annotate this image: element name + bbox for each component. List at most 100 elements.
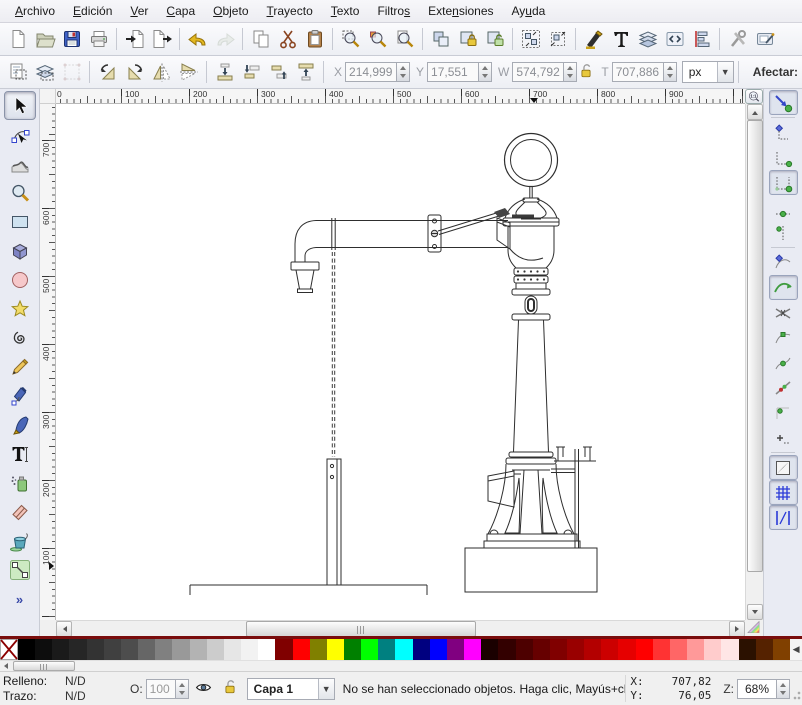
- x-input[interactable]: [345, 62, 397, 82]
- zoom-selection-button[interactable]: [337, 26, 364, 53]
- copy-button[interactable]: [247, 26, 274, 53]
- color-swatch[interactable]: [378, 639, 395, 660]
- menu-ver[interactable]: Ver: [121, 2, 157, 20]
- lower-button[interactable]: [238, 59, 265, 86]
- snap-guides-button[interactable]: [769, 505, 798, 530]
- rectangle-button[interactable]: [4, 207, 36, 236]
- color-swatch[interactable]: [155, 639, 172, 660]
- color-swatch[interactable]: [516, 639, 533, 660]
- palette-scrollbar[interactable]: [0, 660, 802, 671]
- lock-ratio-button[interactable]: [577, 61, 595, 83]
- cut-button[interactable]: [274, 26, 301, 53]
- color-swatch[interactable]: [172, 639, 189, 660]
- bezier-pen-button[interactable]: [4, 381, 36, 410]
- group-button[interactable]: [517, 26, 544, 53]
- color-swatch[interactable]: [18, 639, 35, 660]
- pencil-button[interactable]: [4, 352, 36, 381]
- color-swatch[interactable]: [207, 639, 224, 660]
- color-swatch[interactable]: [35, 639, 52, 660]
- width-spinbox[interactable]: [512, 62, 577, 82]
- menu-filtros[interactable]: Filtros: [368, 2, 419, 20]
- color-swatch[interactable]: [241, 639, 258, 660]
- import-button[interactable]: [121, 26, 148, 53]
- snap-bbox-centers-button[interactable]: [769, 220, 798, 245]
- color-swatch[interactable]: [327, 639, 344, 660]
- color-swatch[interactable]: [224, 639, 241, 660]
- snap-line-midpoints-button[interactable]: [769, 375, 798, 400]
- preferences-button[interactable]: [724, 26, 751, 53]
- horizontal-ruler[interactable]: 0100200300400500600700800900: [56, 89, 745, 104]
- print-button[interactable]: [85, 26, 112, 53]
- vertical-scrollbar[interactable]: [745, 104, 763, 620]
- color-swatch[interactable]: [670, 639, 687, 660]
- opacity-input[interactable]: [146, 679, 176, 699]
- layer-lock-button[interactable]: [219, 678, 241, 700]
- unlink-clone-button[interactable]: [481, 26, 508, 53]
- horizontal-scrollbar-thumb[interactable]: [246, 621, 476, 637]
- layer-visibility-button[interactable]: [193, 678, 215, 700]
- palette-scroll-left-icon[interactable]: ◀: [790, 639, 802, 660]
- duplicate-button[interactable]: [427, 26, 454, 53]
- color-swatch[interactable]: [618, 639, 635, 660]
- width-input[interactable]: [512, 62, 564, 82]
- vertical-ruler[interactable]: 700600500400300200100: [40, 104, 56, 620]
- scroll-up-arrow[interactable]: [747, 104, 763, 120]
- lower-to-bottom-button[interactable]: [211, 59, 238, 86]
- color-swatch[interactable]: [344, 639, 361, 660]
- fill-stroke-indicator[interactable]: Relleno:N/D Trazo:N/D: [0, 674, 118, 703]
- snap-nodes-button[interactable]: [769, 250, 798, 275]
- toolbox-overflow-button[interactable]: »: [16, 592, 23, 607]
- horizontal-scrollbar[interactable]: [56, 620, 745, 636]
- select-all-layers-button[interactable]: [31, 59, 58, 86]
- flip-vertical-button[interactable]: [175, 59, 202, 86]
- eraser-button[interactable]: [4, 497, 36, 526]
- color-swatch[interactable]: [739, 639, 756, 660]
- palette-scrollbar-thumb[interactable]: [13, 661, 75, 671]
- connector-button[interactable]: [4, 555, 36, 584]
- new-document-button[interactable]: [4, 26, 31, 53]
- menu-edicin[interactable]: Edición: [64, 2, 121, 20]
- rotate-ccw-button[interactable]: [94, 59, 121, 86]
- scroll-down-arrow[interactable]: [747, 604, 763, 620]
- redo-button[interactable]: [211, 26, 238, 53]
- height-spin-buttons[interactable]: [664, 62, 677, 82]
- spiral-button[interactable]: [4, 323, 36, 352]
- color-swatch[interactable]: [361, 639, 378, 660]
- menu-extensiones[interactable]: Extensiones: [419, 2, 502, 20]
- color-swatch[interactable]: [430, 639, 447, 660]
- zoom-input[interactable]: [737, 679, 777, 699]
- snap-page-border-button[interactable]: [769, 455, 798, 480]
- color-swatch[interactable]: [52, 639, 69, 660]
- node-editor-button[interactable]: [4, 120, 36, 149]
- undo-button[interactable]: [184, 26, 211, 53]
- color-swatch[interactable]: [550, 639, 567, 660]
- zoom-1-1-button[interactable]: 1:1: [745, 89, 763, 104]
- color-swatch[interactable]: [275, 639, 292, 660]
- layers-dialog-button[interactable]: [634, 26, 661, 53]
- spray-button[interactable]: [4, 468, 36, 497]
- color-swatch[interactable]: [258, 639, 275, 660]
- palette-scrollbar-left-arrow[interactable]: [0, 661, 12, 671]
- color-managed-display-toggle[interactable]: [745, 620, 762, 636]
- zoom-page-button[interactable]: [391, 26, 418, 53]
- open-document-button[interactable]: [31, 26, 58, 53]
- zoom-button[interactable]: [4, 178, 36, 207]
- select-all-button[interactable]: [4, 59, 31, 86]
- unit-selector[interactable]: px▼: [682, 61, 734, 83]
- color-swatch[interactable]: [395, 639, 412, 660]
- align-dialog-button[interactable]: [688, 26, 715, 53]
- color-swatch[interactable]: [653, 639, 670, 660]
- opacity-spinbox[interactable]: [146, 679, 189, 699]
- height-input[interactable]: [612, 62, 664, 82]
- opacity-spin-buttons[interactable]: [176, 679, 189, 699]
- menu-texto[interactable]: Texto: [322, 2, 369, 20]
- layer-selector[interactable]: Capa 1▼: [247, 678, 335, 700]
- snap-bbox-edge-midpoints-button[interactable]: [769, 195, 798, 220]
- raise-to-top-button[interactable]: [292, 59, 319, 86]
- snap-cusp-nodes-button[interactable]: [769, 325, 798, 350]
- no-color-swatch[interactable]: [0, 639, 18, 660]
- height-spinbox[interactable]: [612, 62, 677, 82]
- color-swatch[interactable]: [584, 639, 601, 660]
- paint-bucket-button[interactable]: [4, 526, 36, 555]
- export-button[interactable]: [148, 26, 175, 53]
